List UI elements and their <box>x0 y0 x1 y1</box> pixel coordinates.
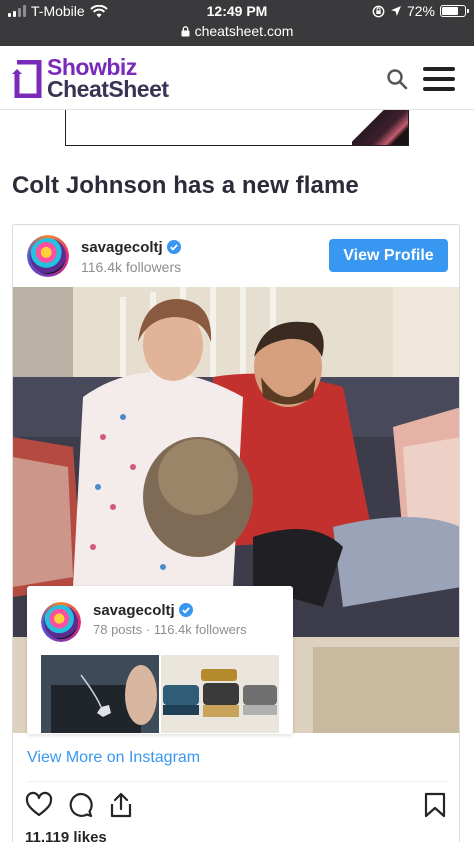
verified-badge-icon <box>166 240 181 254</box>
profile-username[interactable]: savagecoltj <box>81 239 181 256</box>
post-thumbnail[interactable] <box>41 655 159 733</box>
post-thumbnail[interactable] <box>161 655 279 733</box>
verified-badge-icon <box>178 603 193 617</box>
system-indicators: 72% <box>372 3 469 19</box>
address-bar[interactable]: cheatsheet.com <box>0 23 474 39</box>
logo-wordmark: Showbiz CheatSheet <box>47 54 169 102</box>
thumbnail-image <box>41 655 159 733</box>
card-username[interactable]: savagecoltj <box>93 602 193 619</box>
site-header: Showbiz CheatSheet <box>0 46 474 110</box>
lock-icon <box>181 25 190 36</box>
battery-icon <box>440 5 469 17</box>
follower-count: 116.4k followers <box>81 259 182 275</box>
heart-icon[interactable] <box>25 791 53 819</box>
embed-header: savagecoltj 116.4k followers View Profil… <box>13 225 459 287</box>
battery-percent: 72% <box>406 3 435 19</box>
search-icon[interactable] <box>386 68 408 90</box>
like-count: 11,119 likes <box>25 829 107 842</box>
logo-line-1: Showbiz <box>47 54 137 80</box>
site-logo[interactable]: Showbiz CheatSheet <box>12 56 182 102</box>
divider <box>27 781 447 782</box>
url-text: cheatsheet.com <box>194 23 294 39</box>
comment-icon[interactable] <box>66 791 94 819</box>
article-headline: Colt Johnson has a new flame <box>12 172 359 199</box>
view-profile-button[interactable]: View Profile <box>329 239 448 272</box>
rotation-lock-icon <box>372 5 385 17</box>
hamburger-menu-icon[interactable] <box>423 67 455 91</box>
bookmark-icon[interactable] <box>421 791 449 819</box>
card-stats: 78 posts · 116.4k followers <box>93 622 247 637</box>
logo-line-2: CheatSheet <box>47 76 169 102</box>
status-bar: T-Mobile 12:49 PM 72% cheatsheet.com <box>0 0 474 46</box>
avatar[interactable] <box>41 602 81 642</box>
view-more-link[interactable]: View More on Instagram <box>27 749 200 767</box>
ad-image <box>352 110 408 145</box>
thumbnail-image <box>161 655 279 733</box>
location-arrow-icon <box>390 6 401 16</box>
avatar[interactable] <box>27 235 69 277</box>
username-text: savagecoltj <box>81 239 163 256</box>
ad-banner[interactable] <box>65 110 409 146</box>
instagram-embed: savagecoltj 116.4k followers View Profil… <box>12 224 460 842</box>
share-icon[interactable] <box>107 791 135 819</box>
card-username-text: savagecoltj <box>93 602 175 619</box>
logo-mark-icon <box>12 60 42 98</box>
